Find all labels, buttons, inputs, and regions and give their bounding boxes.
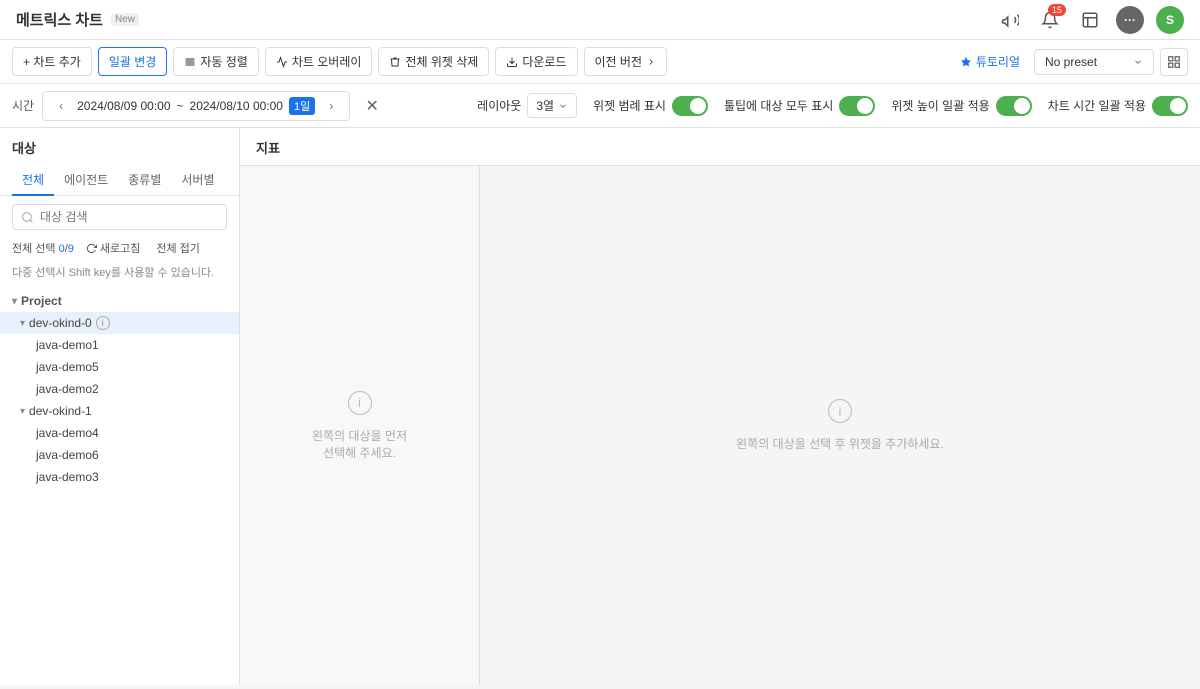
info-icon-dev-okind-0[interactable]: i: [96, 316, 110, 330]
download-button[interactable]: 다운로드: [495, 47, 577, 76]
time-bar: 시간 ‹ 2024/08/09 00:00 ~ 2024/08/10 00:00…: [0, 84, 1200, 128]
tab-server[interactable]: 서버별: [171, 165, 224, 196]
chart-time-label: 차트 시간 일괄 적용: [1048, 97, 1146, 114]
layout-label: 레이아웃: [477, 97, 521, 114]
layout-select-group: 레이아웃 3열: [477, 93, 577, 118]
left-panel-header: 대상 전체 에이전트 종류별 서버별: [0, 128, 239, 196]
top-header: 메트릭스 차트 New 15 ··· S: [0, 0, 1200, 40]
widget-legend-toggle-group: 위젯 범례 표시: [593, 96, 708, 116]
selection-count: 전체 선택 0/9: [12, 240, 74, 256]
user-avatar[interactable]: S: [1156, 6, 1184, 34]
time-tilde: ~: [177, 99, 184, 113]
time-bar-controls: 레이아웃 3열 위젯 범례 표시 툴팁에 대상 모두 표시 위젯 높이 일괄 적…: [477, 93, 1188, 118]
time-label: 시간: [12, 97, 34, 114]
list-item[interactable]: java-demo1: [0, 334, 239, 356]
chart-time-toggle-group: 차트 시간 일괄 적용: [1048, 96, 1188, 116]
chart-overlay-button[interactable]: 차트 오버레이: [265, 47, 373, 76]
multi-select-hint: 다중 선택시 Shift key를 사용할 수 있습니다.: [0, 264, 239, 286]
project-group[interactable]: ▾ Project: [0, 290, 239, 312]
tab-bar: 전체 에이전트 종류별 서버별: [0, 165, 239, 196]
search-input[interactable]: [40, 210, 218, 224]
megaphone-button[interactable]: [996, 6, 1024, 34]
add-chart-button[interactable]: + 차트 추가: [12, 47, 92, 76]
list-item[interactable]: java-demo2: [0, 378, 239, 400]
delete-all-widgets-button[interactable]: 전체 위젯 삭제: [378, 47, 489, 76]
batch-edit-button[interactable]: 일괄 변경: [98, 47, 168, 76]
tab-type[interactable]: 종류별: [118, 165, 171, 196]
deselect-all-button[interactable]: 전체 접기: [152, 238, 204, 258]
widget-height-toggle[interactable]: [996, 96, 1032, 116]
time-end: 2024/08/10 00:00: [190, 99, 283, 113]
tooltip-all-toggle[interactable]: [839, 96, 875, 116]
new-badge: New: [111, 13, 139, 26]
search-icon: [21, 211, 34, 224]
widget-height-label: 위젯 높이 일괄 적용: [891, 97, 989, 114]
left-empty-text: 왼쪽의 대상을 먼저 선택해 주세요.: [312, 427, 407, 461]
preset-select[interactable]: No preset: [1034, 49, 1154, 75]
widget-legend-toggle[interactable]: [672, 96, 708, 116]
tooltip-all-label: 툴팁에 대상 모두 표시: [724, 97, 833, 114]
widget-legend-label: 위젯 범례 표시: [593, 97, 666, 114]
right-empty-icon: i: [828, 399, 852, 423]
app-title: 메트릭스 차트: [16, 9, 103, 30]
time-start: 2024/08/09 00:00: [77, 99, 170, 113]
auto-arrange-button[interactable]: 자동 정렬: [173, 47, 259, 76]
right-panel-header: 지표: [240, 128, 1200, 166]
search-box: [12, 204, 227, 230]
chart-time-toggle[interactable]: [1152, 96, 1188, 116]
day-badge: 1일: [289, 97, 315, 115]
group-dev-okind-0[interactable]: ▾ dev-okind-0 i: [0, 312, 239, 334]
group-dev-okind-0-chevron: ▾: [20, 318, 25, 329]
header-right-icons: 15 ··· S: [996, 6, 1184, 34]
time-next-button[interactable]: ›: [321, 96, 341, 116]
left-panel: 대상 전체 에이전트 종류별 서버별 전체 선택 0/9 새로고침 전체 접기 …: [0, 128, 240, 685]
layout-dropdown[interactable]: 3열: [527, 93, 577, 118]
group-dev-okind-1-chevron: ▾: [20, 406, 25, 417]
toolbar: + 차트 추가 일괄 변경 자동 정렬 차트 오버레이 전체 위젯 삭제 다운로…: [0, 40, 1200, 84]
tree-container: ▾ Project ▾ dev-okind-0 i java-demo1 jav…: [0, 286, 239, 685]
left-empty-area: i 왼쪽의 대상을 먼저 선택해 주세요.: [240, 166, 480, 685]
history-button[interactable]: [1076, 6, 1104, 34]
right-empty-area: i 왼쪽의 대상을 선택 후 위젯을 추가하세요.: [480, 166, 1200, 685]
right-empty-text: 왼쪽의 대상을 선택 후 위젯을 추가하세요.: [736, 435, 944, 452]
tab-agent[interactable]: 에이전트: [54, 165, 118, 196]
project-chevron: ▾: [12, 296, 17, 307]
selection-bar: 전체 선택 0/9 새로고침 전체 접기: [0, 238, 239, 264]
time-close-button[interactable]: ✕: [358, 92, 386, 120]
content-area: i 왼쪽의 대상을 먼저 선택해 주세요. i 왼쪽의 대상을 선택 후 위젯을…: [240, 166, 1200, 685]
right-panel-title: 지표: [256, 138, 1184, 165]
time-range[interactable]: ‹ 2024/08/09 00:00 ~ 2024/08/10 00:00 1일…: [42, 91, 350, 121]
group-dev-okind-1[interactable]: ▾ dev-okind-1: [0, 400, 239, 422]
grid-view-button[interactable]: [1160, 48, 1188, 76]
notification-button[interactable]: 15: [1036, 6, 1064, 34]
list-item[interactable]: java-demo6: [0, 444, 239, 466]
refresh-icon: [86, 243, 97, 254]
widget-height-toggle-group: 위젯 높이 일괄 적용: [891, 96, 1031, 116]
prev-version-button[interactable]: 이전 버전: [584, 47, 668, 76]
time-prev-button[interactable]: ‹: [51, 96, 71, 116]
refresh-button[interactable]: 새로고침: [82, 238, 144, 258]
left-panel-title: 대상: [12, 138, 227, 157]
list-item[interactable]: java-demo4: [0, 422, 239, 444]
list-item[interactable]: java-demo3: [0, 466, 239, 488]
tab-all[interactable]: 전체: [12, 165, 54, 196]
right-panel: 지표 i 왼쪽의 대상을 먼저 선택해 주세요. i 왼쪽의 대상을 선택 후 …: [240, 128, 1200, 685]
tooltip-all-toggle-group: 툴팁에 대상 모두 표시: [724, 96, 875, 116]
left-empty-icon: i: [348, 391, 372, 415]
notification-count: 15: [1048, 4, 1066, 16]
list-item[interactable]: java-demo5: [0, 356, 239, 378]
user-menu-button[interactable]: ···: [1116, 6, 1144, 34]
tutorial-button[interactable]: 튜토리얼: [952, 48, 1028, 75]
main-content: 대상 전체 에이전트 종류별 서버별 전체 선택 0/9 새로고침 전체 접기 …: [0, 128, 1200, 685]
